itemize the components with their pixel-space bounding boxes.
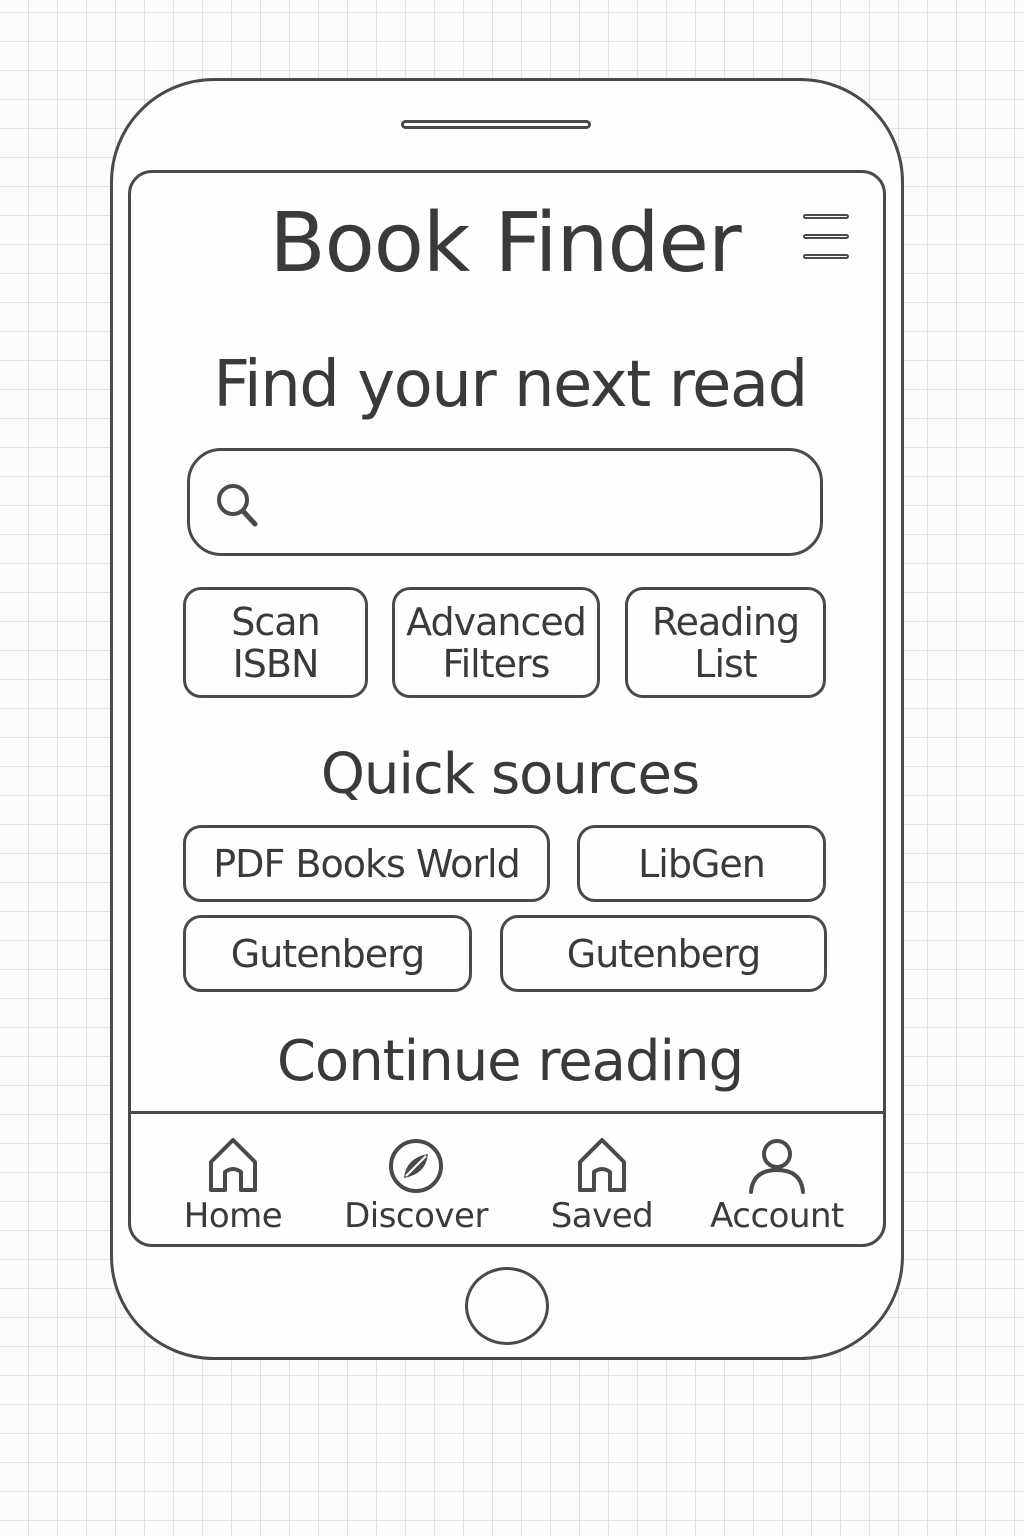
hamburger-menu-icon[interactable] — [803, 212, 851, 266]
scan-isbn-button[interactable]: Scan ISBN — [183, 587, 368, 698]
scan-isbn-label: Scan ISBN — [231, 599, 320, 686]
nav-item-home[interactable]: Home — [143, 1114, 323, 1244]
search-icon — [217, 484, 258, 527]
search-input[interactable] — [274, 465, 798, 541]
source-chip-label: Gutenberg — [230, 931, 425, 976]
source-chip-label: PDF Books World — [213, 841, 520, 886]
source-chip-gutenberg[interactable]: Gutenberg — [183, 915, 472, 992]
nav-item-account[interactable]: Account — [687, 1114, 867, 1244]
source-chip-pdf-books-world[interactable]: PDF Books World — [183, 825, 550, 902]
hero-heading: Find your next read — [213, 348, 808, 422]
nav-label-discover: Discover — [344, 1196, 488, 1236]
nav-label-saved: Saved — [550, 1196, 654, 1236]
advanced-filters-button[interactable]: Advanced Filters — [392, 587, 600, 698]
source-chip-libgen[interactable]: LibGen — [577, 825, 826, 902]
search-bar[interactable] — [187, 448, 823, 556]
app-title: Book Finder — [269, 196, 741, 291]
bottom-navigation: Home Discover Saved Account — [131, 1111, 883, 1244]
source-chip-label: Gutenberg — [566, 931, 761, 976]
nav-label-account: Account — [710, 1196, 844, 1236]
source-chip-gutenberg-2[interactable]: Gutenberg — [500, 915, 827, 992]
nav-item-saved[interactable]: Saved — [512, 1114, 692, 1244]
advanced-filters-label: Advanced Filters — [406, 599, 587, 686]
quick-sources-heading: Quick sources — [320, 742, 700, 807]
phone-speaker — [401, 120, 591, 129]
continue-reading-heading: Continue reading — [276, 1029, 744, 1094]
phone-home-button[interactable] — [465, 1267, 549, 1345]
nav-label-home: Home — [183, 1196, 283, 1236]
compass-icon — [389, 1139, 443, 1193]
saved-home-icon — [578, 1138, 626, 1192]
home-icon — [209, 1138, 257, 1192]
nav-item-discover[interactable]: Discover — [326, 1114, 506, 1244]
user-icon — [749, 1139, 805, 1194]
reading-list-button[interactable]: Reading List — [625, 587, 826, 698]
source-chip-label: LibGen — [638, 841, 766, 886]
reading-list-label: Reading List — [651, 599, 800, 686]
